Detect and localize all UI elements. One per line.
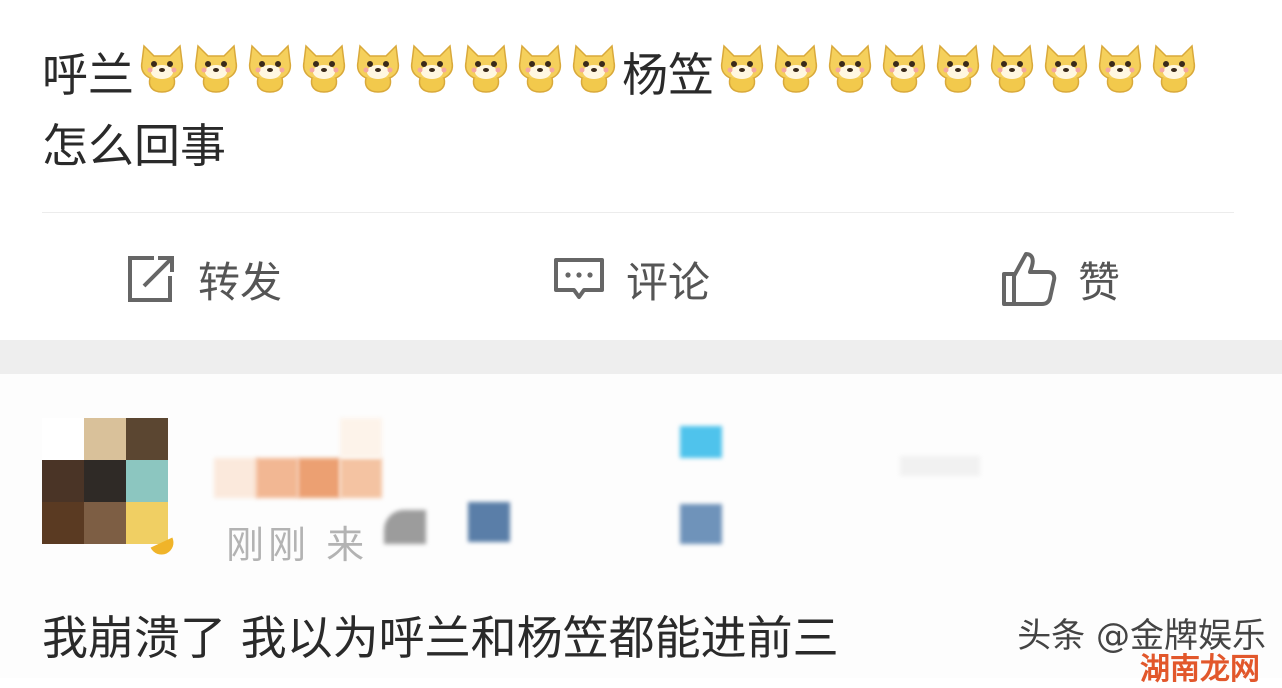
section-separator (0, 340, 1282, 374)
dog-emoji-icon (880, 42, 928, 108)
dog-emoji-icon (462, 42, 510, 108)
post-divider (42, 212, 1234, 213)
thumbs-up-icon (1000, 250, 1058, 308)
comment-icon (552, 252, 606, 306)
post-text-line-1: 呼兰 杨笠 (42, 42, 1202, 108)
emoji-group-1 (138, 42, 618, 108)
like-label: 赞 (1078, 257, 1121, 307)
post-text-before: 呼兰 (42, 48, 134, 102)
post-text-line-2: 怎么回事 (42, 119, 226, 173)
comment-item: 刚刚 来 我崩溃了 我以为呼兰和杨笠都能进前三 头条 @金牌娱乐 湖南龙网 (0, 374, 1282, 687)
comment-button[interactable]: 评论 (552, 244, 710, 314)
dog-emoji-icon (570, 42, 618, 108)
username-mosaic (468, 502, 510, 542)
username-mosaic (340, 418, 382, 458)
username-mosaic (214, 458, 258, 498)
dog-emoji-icon (138, 42, 186, 108)
comment-timestamp: 刚刚 来 (226, 523, 369, 567)
username-mosaic (256, 458, 298, 498)
username-mosaic (298, 458, 340, 498)
username-mosaic (900, 456, 980, 476)
dog-emoji-icon (516, 42, 564, 108)
dog-emoji-icon (718, 42, 766, 108)
avatar[interactable] (42, 418, 168, 544)
username-mosaic (680, 426, 722, 458)
dog-emoji-icon (1096, 42, 1144, 108)
dog-emoji-icon (246, 42, 294, 108)
dog-emoji-icon (826, 42, 874, 108)
repost-icon (124, 252, 178, 306)
dog-emoji-icon (1042, 42, 1090, 108)
dog-emoji-icon (192, 42, 240, 108)
dog-emoji-icon (408, 42, 456, 108)
emoji-group-2 (718, 42, 1198, 108)
post-text-middle: 杨笠 (622, 48, 714, 102)
dog-emoji-icon (988, 42, 1036, 108)
dog-emoji-icon (772, 42, 820, 108)
dog-emoji-icon (300, 42, 348, 108)
dog-emoji-icon (354, 42, 402, 108)
repost-button[interactable]: 转发 (124, 244, 282, 314)
dog-emoji-icon (934, 42, 982, 108)
watermark-sub: 湖南龙网 (1140, 652, 1260, 687)
comment-label: 评论 (626, 257, 711, 307)
repost-label: 转发 (198, 257, 283, 307)
username-mosaic (384, 510, 426, 544)
comment-text: 我崩溃了 我以为呼兰和杨笠都能进前三 (42, 611, 839, 665)
username-mosaic (680, 504, 722, 544)
post-action-bar: 转发 评论 赞 (0, 244, 1282, 314)
username-mosaic (340, 458, 382, 498)
like-button[interactable]: 赞 (1000, 244, 1120, 314)
dog-emoji-icon (1150, 42, 1198, 108)
weibo-post: 呼兰 杨笠 怎么回事 转发 评论 赞 (0, 0, 1282, 340)
